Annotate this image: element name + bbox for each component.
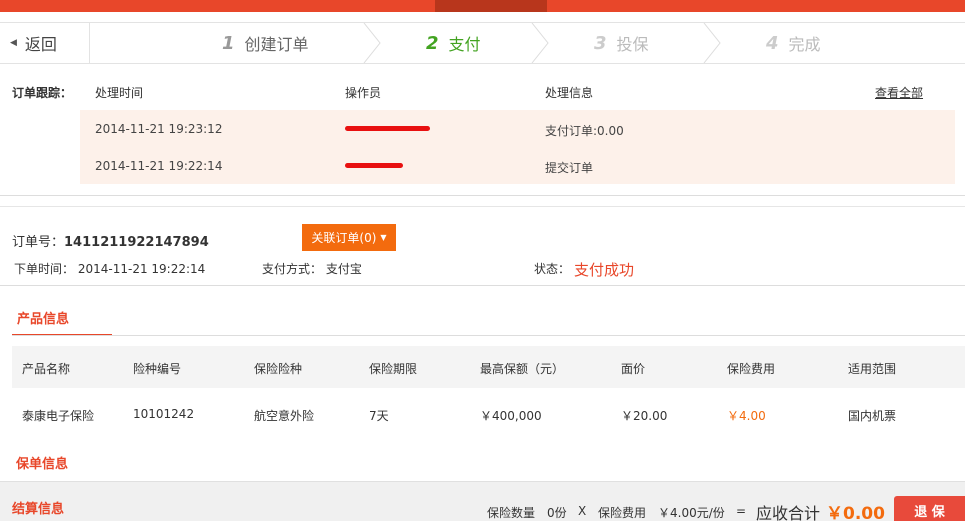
redacted-operator [345,163,403,168]
col-header: 保险险种 [254,362,303,376]
col-header: 保险期限 [369,362,418,376]
product-table-header: 产品名称 险种编号 保险险种 保险期限 最高保额（元） 面价 保险费用 适用范围 [12,346,965,388]
payment-label: 支付方式： [262,262,323,276]
tracking-header-operator: 操作员 [345,86,382,100]
order-number-label: 订单号： [12,235,65,250]
back-button[interactable]: ◀ 返回 [0,23,90,63]
tracking-header-info: 处理信息 [545,86,594,100]
redacted-operator [345,126,430,131]
top-accent-bar-highlight [435,0,547,12]
section-divider [12,335,965,336]
caret-down-icon: ▼ [380,233,387,242]
tracking-rows: 2014-11-21 19:23:12 支付订单:0.00 2014-11-21… [80,110,955,184]
tracking-header-time: 处理时间 [95,86,144,100]
settlement-heading: 结算信息 [12,502,65,517]
step-label: 创建订单 [244,35,309,54]
fee-value: ￥4.00元/份 [658,506,725,520]
step-chevron-icon [531,23,549,63]
step-chevron-icon [703,23,721,63]
step-number: 4 [766,32,779,54]
order-created: 下单时间： 2014-11-21 19:22:14 [14,260,205,277]
col-header: 险种编号 [133,362,182,376]
order-number-value: 1411211922147894 [64,235,209,250]
total-label: 应收合计 [756,504,821,521]
equals-sign: = [736,504,747,518]
product-code: 10101242 [133,407,195,421]
step-number: 1 [222,32,235,54]
status-label: 状态： [534,262,571,276]
total-value: ￥0.00 [826,504,885,521]
fee-label: 保险费用 [598,506,647,520]
tab-product-info[interactable]: 产品信息 [12,308,112,336]
product-scope: 国内机票 [848,409,897,423]
order-tracking: 订单跟踪： 处理时间 操作员 处理信息 查看全部 2014-11-21 19:2… [0,64,965,196]
product-type: 航空意外险 [254,409,315,423]
tracking-label: 订单跟踪： [12,86,73,100]
product-face-price: ￥20.00 [621,409,668,423]
quantity-value: 0份 [547,506,567,520]
col-header: 产品名称 [22,362,71,376]
step-create-order: 1 创建订单 [222,23,309,63]
refund-button[interactable]: 退 保 [894,496,965,521]
multiply-sign: X [578,504,587,518]
tracking-time: 2014-11-21 19:23:12 [95,122,223,136]
tracking-info: 支付订单:0.00 [545,124,624,138]
table-row: 泰康电子保险 10101242 航空意外险 7天 ￥400,000 ￥20.00… [12,393,965,435]
created-value: 2014-11-21 19:22:14 [77,262,206,276]
policy-info-heading: 保单信息 [16,457,69,472]
step-payment: 2 支付 [426,23,481,63]
related-orders-button[interactable]: 关联订单(0) ▼ [302,224,396,251]
order-number: 订单号：1411211922147894 [12,231,209,250]
related-orders-label: 关联订单(0) [311,231,377,245]
status-value: 支付成功 [574,261,635,279]
step-chevron-icon [363,23,381,63]
product-term: 7天 [369,409,389,423]
product-name: 泰康电子保险 [22,409,95,423]
left-triangle-icon: ◀ [10,38,17,48]
col-header: 面价 [621,362,646,376]
tracking-time: 2014-11-21 19:22:14 [95,159,223,173]
order-summary: 订单号：1411211922147894 关联订单(0) ▼ 下单时间： 201… [0,206,965,286]
progress-steps: ◀ 返回 1 创建订单 2 支付 3 投保 4 完成 [0,22,965,64]
created-label: 下单时间： [14,262,75,276]
view-all-link[interactable]: 查看全部 [875,84,923,101]
settlement-bar: 结算信息 保险数量 0份 X 保险费用 ￥4.00元/份 = 应收合计 ￥0.0… [0,481,965,521]
back-label: 返回 [24,35,57,54]
step-insure: 3 投保 [594,23,649,63]
product-max-coverage: ￥400,000 [480,409,542,423]
quantity-label: 保险数量 [487,506,536,520]
tracking-row: 2014-11-21 19:22:14 提交订单 [80,147,955,184]
step-label: 投保 [616,35,649,54]
col-header: 保险费用 [727,362,776,376]
tracking-info: 提交订单 [545,161,594,175]
tracking-row: 2014-11-21 19:23:12 支付订单:0.00 [80,110,955,147]
step-number: 3 [594,32,607,54]
col-header: 最高保额（元） [480,362,565,376]
step-complete: 4 完成 [766,23,821,63]
payment-method: 支付方式： 支付宝 [262,260,362,277]
product-fee: ￥4.00 [727,409,766,423]
col-header: 适用范围 [848,362,897,376]
step-label: 支付 [448,35,481,54]
payment-value: 支付宝 [325,262,362,276]
step-number: 2 [426,32,439,54]
step-label: 完成 [788,35,821,54]
